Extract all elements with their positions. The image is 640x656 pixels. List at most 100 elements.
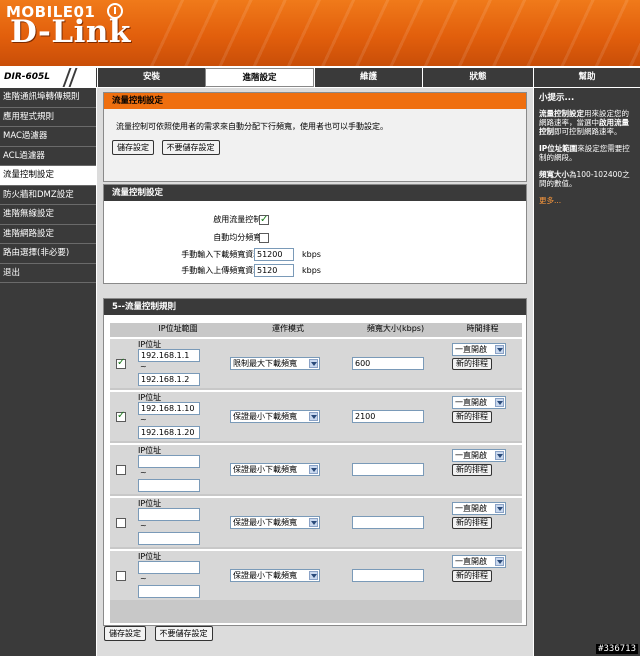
sidebar-item-advanced-network[interactable]: 進階網路設定 [0, 225, 96, 244]
rule-row: IP位址192.168.1.10~192.168.1.20保證最小下載頻寬210… [110, 390, 522, 441]
schedule-select-value: 一直開啟 [455, 398, 487, 407]
ip-range-tilde: ~ [140, 362, 147, 371]
help-panel: 小提示... 流量控制設定用來設定您的網路速率，當選中啟用流量控制即可控制網路速… [534, 88, 640, 656]
dlink-logo: D-Link [10, 14, 131, 50]
bottom-buttons: 儲存設定 不要儲存設定 [104, 626, 219, 641]
help-tip-ip: IP位址範圍來設定您需要控制的網段。 [539, 144, 630, 162]
schedule-select[interactable]: 一直開啟 [452, 396, 506, 409]
help-more-link[interactable]: 更多... [539, 196, 635, 205]
bottom-dont-save-button[interactable]: 不要儲存設定 [154, 626, 213, 641]
rule-enable-checkbox[interactable] [116, 410, 126, 422]
ip-start-input[interactable] [138, 455, 200, 468]
bandwidth-input[interactable] [352, 569, 424, 582]
mode-select-value: 保證最小下載頻寬 [233, 412, 297, 421]
save-button[interactable]: 儲存設定 [112, 140, 154, 155]
tab-setup[interactable]: 安裝 [97, 68, 205, 87]
sidebar: 進階通訊埠轉傳規則 應用程式規則 MAC過濾器 ACL過濾器 流量控制設定 防火… [0, 88, 96, 656]
chevron-down-icon [309, 571, 318, 580]
rule-enable-checkbox[interactable] [116, 465, 126, 475]
auto-share-checkbox[interactable] [259, 233, 269, 243]
ip-end-input[interactable] [138, 585, 200, 598]
chevron-down-icon [309, 465, 318, 474]
ip-start-input[interactable]: 192.168.1.10 [138, 402, 200, 415]
bandwidth-input[interactable] [352, 463, 424, 476]
ip-start-input[interactable] [138, 508, 200, 521]
bandwidth-input[interactable]: 600 [352, 357, 424, 370]
chevron-down-icon [309, 518, 318, 527]
intro-panel: 流量控制設定 流量控制可依照使用者的需求來自動分配下行頻寬，使用者也可以手動設定… [103, 92, 527, 182]
rule-enable-checkbox[interactable] [116, 518, 126, 528]
sidebar-item-mac-filter[interactable]: MAC過濾器 [0, 127, 96, 147]
rule-enable-checkbox[interactable] [116, 357, 126, 369]
header-mode: 運作模式 [272, 324, 304, 333]
sidebar-item-application-rules[interactable]: 應用程式規則 [0, 108, 96, 127]
schedule-select[interactable]: 一直開啟 [452, 449, 506, 462]
rules-title: 5--流量控制規則 [104, 299, 526, 315]
ip-end-input[interactable] [138, 532, 200, 545]
upload-bandwidth-label: 手動輸入上傳頻寬資料: [181, 266, 264, 275]
chevron-down-icon [495, 345, 504, 354]
traffic-rules-panel: 5--流量控制規則 IP位址範圍 運作模式 頻寬大小(kbps) 時間排程 IP… [103, 298, 527, 626]
new-schedule-button[interactable]: 新的排程 [452, 517, 492, 529]
traffic-settings-panel: 流量控制設定 啟用流量控制: 自動均分頻寬: 手動輸入下載頻寬資料: 51200… [103, 184, 527, 284]
rule-row: IP位址 ~ 保證最小下載頻寬 一直開啟 新的排程 [110, 496, 522, 547]
chevron-down-icon [309, 412, 318, 421]
ip-start-input[interactable]: 192.168.1.1 [138, 349, 200, 362]
sidebar-item-advanced-wireless[interactable]: 進階無線設定 [0, 205, 96, 225]
sidebar-item-routing[interactable]: 路由選擇(非必要) [0, 244, 96, 264]
new-schedule-button[interactable]: 新的排程 [452, 570, 492, 582]
header-stripes [150, 0, 640, 66]
ip-range-tilde: ~ [140, 521, 147, 530]
ip-range-tilde: ~ [140, 468, 147, 477]
tab-help[interactable]: 幫助 [533, 68, 640, 87]
schedule-select-value: 一直開啟 [455, 451, 487, 460]
upload-bandwidth-input[interactable]: 5120 [254, 264, 294, 277]
bandwidth-input[interactable]: 2100 [352, 410, 424, 423]
mode-select-value: 限制最大下載頻寬 [233, 359, 297, 368]
mode-select-value: 保證最小下載頻寬 [233, 465, 297, 474]
ip-end-input[interactable]: 192.168.1.2 [138, 373, 200, 386]
sidebar-item-firewall-dmz[interactable]: 防火牆和DMZ設定 [0, 186, 96, 205]
ip-range-tilde: ~ [140, 415, 147, 424]
rule-row: IP位址192.168.1.1~192.168.1.2限制最大下載頻寬600一直… [110, 337, 522, 388]
bandwidth-input[interactable] [352, 516, 424, 529]
tab-status[interactable]: 狀態 [422, 68, 533, 87]
new-schedule-button[interactable]: 新的排程 [452, 358, 492, 370]
ip-end-input[interactable] [138, 479, 200, 492]
chevron-down-icon [495, 504, 504, 513]
bottom-save-button[interactable]: 儲存設定 [104, 626, 146, 641]
schedule-select[interactable]: 一直開啟 [452, 555, 506, 568]
settings-title: 流量控制設定 [104, 185, 526, 201]
tab-maintenance[interactable]: 維護 [314, 68, 422, 87]
header-bandwidth: 頻寬大小(kbps) [366, 324, 425, 333]
help-tip-traffic: 流量控制設定用來設定您的網路速率，當選中啟用流量控制即可控制網路速率。 [539, 109, 629, 136]
download-bandwidth-input[interactable]: 51200 [254, 248, 294, 261]
schedule-select[interactable]: 一直開啟 [452, 502, 506, 515]
mode-select[interactable]: 保證最小下載頻寬 [230, 569, 320, 582]
tab-advanced[interactable]: 進階設定 [205, 68, 314, 87]
ip-range-tilde: ~ [140, 574, 147, 583]
sidebar-item-acl-filter[interactable]: ACL過濾器 [0, 147, 96, 166]
mode-select[interactable]: 保證最小下載頻寬 [230, 463, 320, 476]
sidebar-item-traffic-control[interactable]: 流量控制設定 [0, 166, 96, 186]
sidebar-item-port-forwarding[interactable]: 進階通訊埠轉傳規則 [0, 88, 96, 108]
chevron-down-icon [495, 557, 504, 566]
enable-traffic-checkbox[interactable] [259, 213, 269, 227]
rule-enable-checkbox[interactable] [116, 571, 126, 581]
mode-select-value: 保證最小下載頻寬 [233, 518, 297, 527]
schedule-select-value: 一直開啟 [455, 345, 487, 354]
sidebar-item-logout[interactable]: 退出 [0, 264, 96, 283]
ip-start-input[interactable] [138, 561, 200, 574]
new-schedule-button[interactable]: 新的排程 [452, 411, 492, 423]
mode-select[interactable]: 限制最大下載頻寬 [230, 357, 320, 370]
schedule-select[interactable]: 一直開啟 [452, 343, 506, 356]
upload-unit: kbps [302, 266, 321, 275]
chevron-down-icon [495, 451, 504, 460]
ip-end-input[interactable]: 192.168.1.20 [138, 426, 200, 439]
mode-select[interactable]: 保證最小下載頻寬 [230, 516, 320, 529]
dont-save-button[interactable]: 不要儲存設定 [161, 140, 220, 155]
header-schedule: 時間排程 [466, 324, 499, 333]
download-bandwidth-label: 手動輸入下載頻寬資料: [181, 250, 264, 259]
mode-select[interactable]: 保證最小下載頻寬 [230, 410, 320, 423]
new-schedule-button[interactable]: 新的排程 [452, 464, 492, 476]
